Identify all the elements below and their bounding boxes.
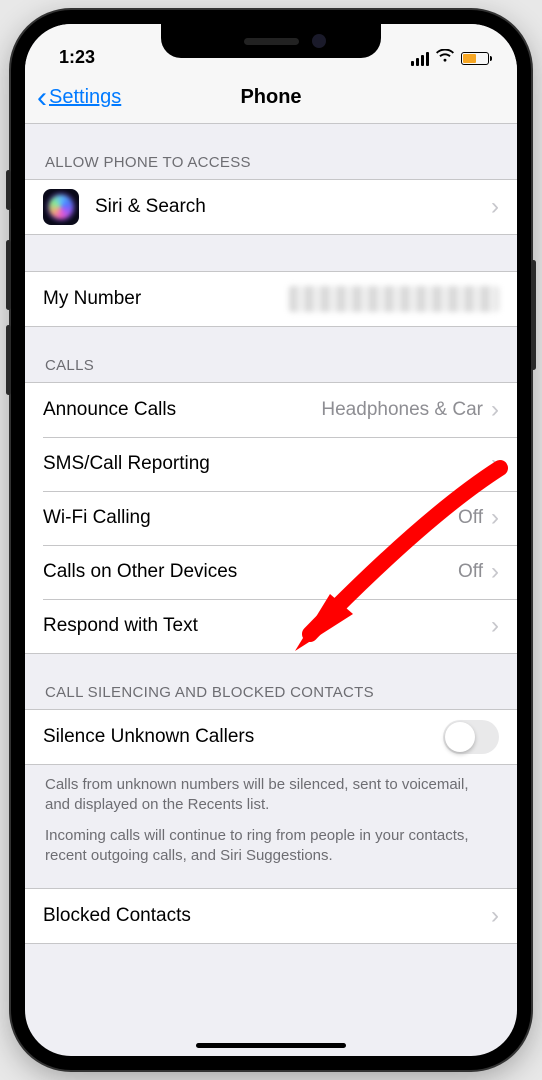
calls-on-other-devices-label: Calls on Other Devices <box>43 561 458 583</box>
settings-content[interactable]: ALLOW PHONE TO ACCESS Siri & Search › My… <box>25 124 517 1056</box>
chevron-right-icon: › <box>491 904 499 928</box>
calls-on-other-devices-value: Off <box>458 561 483 583</box>
cell-announce-calls[interactable]: Announce Calls Headphones & Car › <box>25 383 517 437</box>
cell-respond-with-text[interactable]: Respond with Text › <box>25 599 517 653</box>
section-header-silencing: CALL SILENCING AND BLOCKED CONTACTS <box>25 654 517 709</box>
chevron-right-icon: › <box>491 506 499 530</box>
cell-calls-on-other-devices[interactable]: Calls on Other Devices Off › <box>25 545 517 599</box>
silence-unknown-label: Silence Unknown Callers <box>43 726 443 748</box>
group-silence-unknown: Silence Unknown Callers <box>25 709 517 765</box>
siri-search-label: Siri & Search <box>95 196 491 218</box>
sms-call-reporting-label: SMS/Call Reporting <box>43 453 491 475</box>
chevron-left-icon: ‹ <box>37 83 47 113</box>
siri-icon <box>43 189 79 225</box>
battery-icon <box>461 52 489 65</box>
wifi-icon <box>436 49 454 68</box>
cellular-signal-icon <box>411 52 430 66</box>
volume-down-button <box>6 325 11 395</box>
wifi-calling-value: Off <box>458 507 483 529</box>
mute-switch <box>6 170 11 210</box>
chevron-right-icon: › <box>491 398 499 422</box>
silence-unknown-toggle[interactable] <box>443 720 499 754</box>
silencing-footer-2: Incoming calls will continue to ring fro… <box>25 822 517 889</box>
cell-sms-call-reporting[interactable]: SMS/Call Reporting › <box>25 437 517 491</box>
cell-wifi-calling[interactable]: Wi-Fi Calling Off › <box>25 491 517 545</box>
announce-calls-label: Announce Calls <box>43 399 321 421</box>
nav-bar: ‹ Settings Phone <box>25 72 517 124</box>
home-indicator[interactable] <box>196 1043 346 1048</box>
chevron-right-icon: › <box>491 452 499 476</box>
phone-frame: 1:23 ‹ Settings Phone AL <box>11 10 531 1070</box>
page-title: Phone <box>240 86 301 109</box>
front-camera <box>312 34 326 48</box>
status-time: 1:23 <box>59 47 95 68</box>
group-blocked: Blocked Contacts › <box>25 888 517 944</box>
group-access: Siri & Search › <box>25 179 517 235</box>
announce-calls-value: Headphones & Car <box>321 399 483 421</box>
back-label: Settings <box>49 86 121 109</box>
chevron-right-icon: › <box>491 614 499 638</box>
wifi-calling-label: Wi-Fi Calling <box>43 507 458 529</box>
section-header-access: ALLOW PHONE TO ACCESS <box>25 124 517 179</box>
cell-my-number[interactable]: My Number <box>25 272 517 326</box>
speaker-grille <box>244 38 299 45</box>
volume-up-button <box>6 240 11 310</box>
status-icons <box>411 49 490 68</box>
my-number-value-redacted <box>289 286 499 312</box>
cell-blocked-contacts[interactable]: Blocked Contacts › <box>25 889 517 943</box>
back-button[interactable]: ‹ Settings <box>37 83 121 113</box>
power-button <box>531 260 536 370</box>
my-number-label: My Number <box>43 288 289 310</box>
silencing-footer-1: Calls from unknown numbers will be silen… <box>25 765 517 822</box>
blocked-contacts-label: Blocked Contacts <box>43 905 491 927</box>
section-header-calls: CALLS <box>25 327 517 382</box>
toggle-knob <box>445 722 475 752</box>
cell-silence-unknown-callers[interactable]: Silence Unknown Callers <box>25 710 517 764</box>
cell-siri-search[interactable]: Siri & Search › <box>25 180 517 234</box>
group-calls: Announce Calls Headphones & Car › SMS/Ca… <box>25 382 517 654</box>
chevron-right-icon: › <box>491 195 499 219</box>
notch <box>161 24 381 58</box>
respond-with-text-label: Respond with Text <box>43 615 491 637</box>
chevron-right-icon: › <box>491 560 499 584</box>
group-my-number: My Number <box>25 271 517 327</box>
screen: 1:23 ‹ Settings Phone AL <box>25 24 517 1056</box>
